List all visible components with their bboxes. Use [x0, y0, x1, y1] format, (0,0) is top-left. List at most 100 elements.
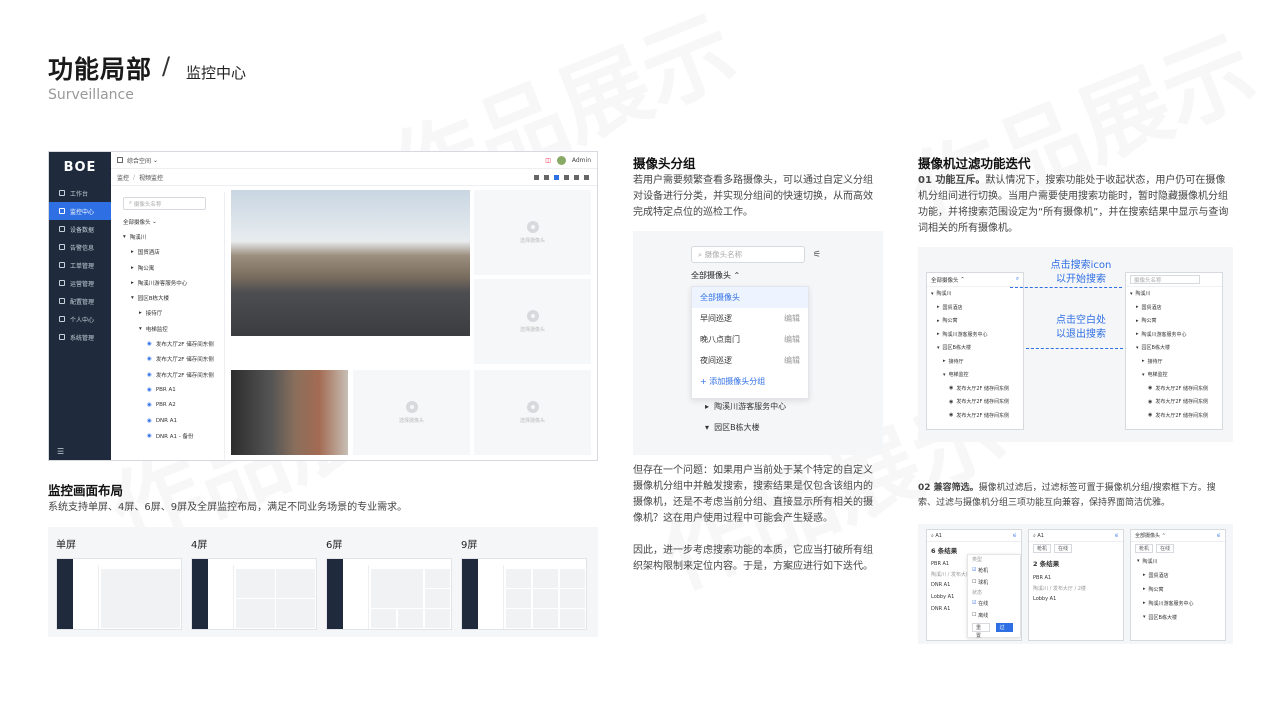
camera-group-selector[interactable]: 全部摄像头 ⌄ — [117, 214, 224, 229]
tree-item[interactable]: ▸ 国贸酒店 — [1131, 568, 1225, 582]
tree-item[interactable]: ▾ 电梯监控 — [927, 368, 1023, 382]
group-selector[interactable]: 全部摄像头 ⌃ — [691, 270, 740, 281]
filter-option[interactable]: ☑ 枪机 — [968, 564, 1020, 576]
tree-item[interactable]: ▾ 陶溪川 — [1131, 554, 1225, 568]
tree-item[interactable]: ◉ PBR A1 — [117, 382, 224, 397]
tree-item[interactable]: ◉ 发布大厅2F 储存间东侧 — [1126, 382, 1222, 396]
layout-1-icon[interactable] — [534, 174, 539, 180]
camera-search-input[interactable]: ⌕ 摄像头名称 — [123, 197, 206, 210]
tree-item[interactable]: ◉ 发布大厅2F 储存间东侧 — [927, 395, 1023, 409]
empty-feed-slot[interactable]: 选择摄像头 — [474, 190, 591, 275]
tree-item[interactable]: ▾ 园区B栋大楼 — [927, 341, 1023, 355]
tree-item[interactable]: ▸ 陶溪川游客服务中心 — [927, 328, 1023, 342]
workspace-selector[interactable]: 综合空间 — [127, 156, 151, 165]
result-item[interactable]: PBR A1 — [1029, 572, 1123, 584]
sidebar-item[interactable]: 告警信息 — [49, 238, 111, 256]
sidebar-item[interactable]: 工作台 — [49, 184, 111, 202]
tree-item[interactable]: ▸ 陶溪川游客服务中心 — [1131, 596, 1225, 610]
tree-item[interactable]: ◉ 发布大厅2F 储存间东侧 — [117, 336, 224, 351]
filter-chip[interactable]: 在线 — [1054, 543, 1073, 553]
group-menu-item[interactable]: 早间巡逻 编辑 — [692, 308, 808, 329]
tree-item[interactable]: ▾ 陶溪川 — [117, 229, 224, 244]
tree-item[interactable]: ◉ 发布大厅2F 储存间东侧 — [1126, 409, 1222, 423]
search-icon[interactable]: ⌕ — [1016, 276, 1019, 283]
sidebar-item[interactable]: 工单管理 — [49, 256, 111, 274]
apply-filter-button[interactable]: 过滤 — [995, 623, 1013, 639]
tree-item[interactable]: ◉ 发布大厅2F 储存间东侧 — [1126, 395, 1222, 409]
tree-item[interactable]: ◉ 发布大厅2F 储存间东侧 — [117, 367, 224, 382]
tree-item[interactable]: ▸ 陶公寓 — [117, 260, 224, 275]
empty-feed-slot[interactable]: 选择摄像头 — [474, 370, 591, 455]
reset-button[interactable]: 重置 — [972, 623, 990, 639]
empty-feed-slot[interactable]: 选择摄像头 — [353, 370, 470, 455]
layout-thumbnail[interactable] — [191, 558, 317, 630]
tree-item[interactable]: ◉ 发布大厅2F 储存间东侧 — [927, 409, 1023, 423]
filter-icon[interactable]: ⚟ — [813, 250, 821, 260]
group-menu-item[interactable]: 晚八点南门 编辑 — [692, 329, 808, 350]
tree-item[interactable]: ▾ 陶溪川 — [927, 287, 1023, 301]
sidebar-item[interactable]: 设备数据 — [49, 220, 111, 238]
filter-icon[interactable]: ⚟ — [1217, 533, 1221, 539]
tree-item[interactable]: ▸ 陶公寓 — [1126, 314, 1222, 328]
filter-option[interactable]: ☑ 在线 — [968, 597, 1020, 609]
tree-item[interactable]: ◉ 发布大厅2F 储存间东侧 — [927, 382, 1023, 396]
close-icon[interactable] — [584, 174, 589, 180]
tree-item[interactable]: ▸ 国贸酒店 — [117, 245, 224, 260]
avatar[interactable] — [556, 155, 566, 165]
tree-item[interactable]: ▸ 陶公寓 — [927, 314, 1023, 328]
filter-option[interactable]: ☐ 离线 — [968, 609, 1020, 621]
layout-9-icon[interactable] — [564, 174, 569, 180]
tree-item[interactable]: ◉ 发布大厅2F 储存间东侧 — [117, 352, 224, 367]
filter-chip[interactable]: 在线 — [1156, 543, 1175, 553]
tree-item[interactable]: ▾ 园区B栋大楼 — [705, 422, 760, 433]
group-search-input[interactable]: ⌕ 摄像头名称 — [691, 246, 805, 263]
filter-chip[interactable]: 枪机 — [1135, 543, 1154, 553]
tree-item[interactable]: ▾ 电梯监控 — [1126, 368, 1222, 382]
tree-item[interactable]: ▾ 园区B栋大楼 — [1126, 341, 1222, 355]
menu-collapse-icon[interactable]: ☰ — [57, 447, 64, 456]
fullscreen-icon[interactable] — [574, 174, 579, 180]
layout-6-icon[interactable] — [554, 174, 559, 180]
group-menu-item[interactable]: 夜间巡逻 编辑 — [692, 350, 808, 371]
tree-item[interactable]: ▸ 接待厅 — [1126, 355, 1222, 369]
edit-group-link[interactable]: 编辑 — [784, 334, 800, 345]
tree-item[interactable]: ▸ 国贸酒店 — [927, 301, 1023, 315]
layout-4-icon[interactable] — [544, 174, 549, 180]
tree-item[interactable]: ▾ 园区B栋大楼 — [117, 290, 224, 305]
tree-item[interactable]: ◉ DNR A1 - 备份 — [117, 428, 224, 443]
video-feed-2[interactable] — [231, 370, 348, 455]
tree-item[interactable]: ◉ PBR A2 — [117, 398, 224, 413]
sidebar-item[interactable]: 个人中心 — [49, 310, 111, 328]
filter-icon[interactable]: ⚟ — [1013, 533, 1017, 539]
tree-item[interactable]: ▸ 陶公寓 — [1131, 582, 1225, 596]
filter-icon[interactable]: ⚟ — [1115, 533, 1119, 539]
tree-item[interactable]: ▸ 接待厅 — [117, 306, 224, 321]
tree-item[interactable]: ▸ 接待厅 — [927, 355, 1023, 369]
result-item[interactable]: Lobby A1 — [1029, 593, 1123, 605]
tree-item[interactable]: ▾ 园区B栋大楼 — [1131, 610, 1225, 624]
filter-chip[interactable]: 枪机 — [1033, 543, 1052, 553]
video-feed-1[interactable] — [231, 190, 470, 336]
layout-thumbnail[interactable] — [461, 558, 587, 630]
add-group-button[interactable]: + 添加摄像头分组 — [692, 371, 808, 392]
edit-group-link[interactable]: 编辑 — [784, 313, 800, 324]
filter-option[interactable]: ☐ 球机 — [968, 576, 1020, 588]
empty-feed-slot[interactable]: 选择摄像头 — [474, 279, 591, 364]
tree-item[interactable]: ▸ 陶溪川游客服务中心 — [1126, 328, 1222, 342]
group-menu-item[interactable]: 全部摄像头 — [692, 287, 808, 308]
sidebar-item[interactable]: 运营管理 — [49, 274, 111, 292]
sidebar-item[interactable]: 监控中心 — [49, 202, 111, 220]
tree-item[interactable]: ▾ 陶溪川 — [1126, 287, 1222, 301]
sidebar-item[interactable]: 配置管理 — [49, 292, 111, 310]
sidebar-item[interactable]: 系统管理 — [49, 328, 111, 346]
edit-group-link[interactable]: 编辑 — [784, 355, 800, 366]
notification-icon[interactable]: ◫ — [545, 157, 551, 164]
breadcrumb-parent[interactable]: 监控 — [117, 173, 129, 182]
layout-thumbnail[interactable] — [56, 558, 182, 630]
layout-thumbnail[interactable] — [326, 558, 452, 630]
tree-item[interactable]: ▸ 陶溪川游客服务中心 — [705, 401, 786, 412]
user-name[interactable]: Admin — [572, 157, 591, 164]
tree-item[interactable]: ▸ 国贸酒店 — [1126, 301, 1222, 315]
tree-item[interactable]: ◉ DNR A1 — [117, 413, 224, 428]
tree-item[interactable]: ▸ 陶溪川游客服务中心 — [117, 275, 224, 290]
